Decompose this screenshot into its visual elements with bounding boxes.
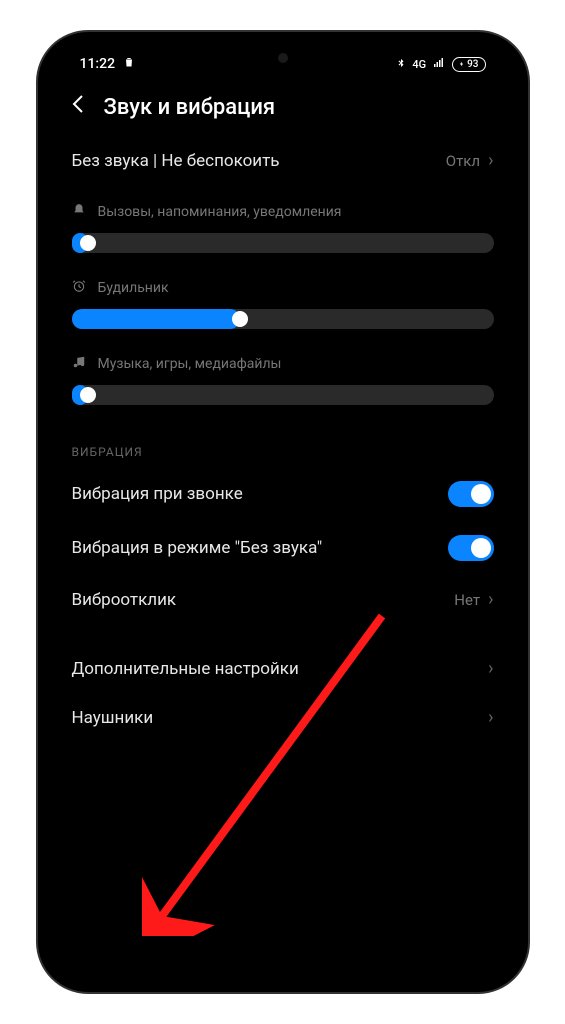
headphones-row[interactable]: Наушники › bbox=[72, 693, 494, 742]
dnd-value: Откл bbox=[446, 152, 480, 170]
vibrate-silent-toggle[interactable] bbox=[448, 535, 494, 561]
slider-alarm-group: Будильник bbox=[72, 261, 494, 337]
dnd-label: Без звука | Не беспокоить bbox=[72, 151, 280, 171]
slider-ring-label: Вызовы, напоминания, уведомления bbox=[98, 204, 342, 220]
music-icon bbox=[72, 355, 88, 373]
header: Звук и вибрация bbox=[52, 82, 514, 136]
haptic-row[interactable]: Виброотклик Нет › bbox=[72, 575, 494, 624]
chevron-right-icon: › bbox=[488, 658, 493, 679]
additional-settings-label: Дополнительные настройки bbox=[72, 659, 299, 679]
chevron-right-icon: › bbox=[488, 707, 493, 728]
battery-indicator: 93 bbox=[452, 57, 485, 72]
bell-off-icon bbox=[72, 203, 88, 221]
slider-media[interactable] bbox=[72, 385, 494, 405]
vibrate-on-call-label: Вибрация при звонке bbox=[72, 484, 243, 504]
vibrate-silent-row[interactable]: Вибрация в режиме "Без звука" bbox=[72, 521, 494, 575]
vibrate-silent-label: Вибрация в режиме "Без звука" bbox=[72, 538, 323, 558]
slider-media-label: Музыка, игры, медиафайлы bbox=[98, 356, 282, 372]
additional-settings-row[interactable]: Дополнительные настройки › bbox=[72, 644, 494, 693]
headphones-label: Наушники bbox=[72, 708, 154, 728]
status-time: 11:22 bbox=[80, 56, 116, 72]
network-type: 4G bbox=[412, 58, 426, 71]
phone-frame: 11:22 4G 93 bbox=[38, 32, 528, 992]
slider-ring[interactable] bbox=[72, 233, 494, 253]
back-button[interactable] bbox=[72, 94, 84, 120]
bluetooth-icon bbox=[396, 57, 406, 72]
display-notch bbox=[218, 46, 348, 70]
page-title: Звук и вибрация bbox=[104, 95, 276, 120]
slider-ring-group: Вызовы, напоминания, уведомления bbox=[72, 185, 494, 261]
slider-media-group: Музыка, игры, медиафайлы bbox=[72, 337, 494, 413]
chevron-right-icon: › bbox=[488, 589, 493, 610]
chevron-right-icon: › bbox=[488, 150, 493, 171]
battery-level: 93 bbox=[467, 59, 478, 70]
vibrate-on-call-row[interactable]: Вибрация при звонке bbox=[72, 467, 494, 521]
slider-alarm[interactable] bbox=[72, 309, 494, 329]
trash-icon bbox=[123, 56, 135, 72]
vibrate-on-call-toggle[interactable] bbox=[448, 481, 494, 507]
haptic-label: Виброотклик bbox=[72, 590, 177, 610]
alarm-icon bbox=[72, 279, 88, 297]
signal-icon bbox=[432, 57, 446, 72]
haptic-value: Нет bbox=[454, 591, 480, 609]
front-camera bbox=[278, 53, 288, 63]
phone-screen: 11:22 4G 93 bbox=[52, 46, 514, 978]
dnd-row[interactable]: Без звука | Не беспокоить Откл › bbox=[72, 136, 494, 185]
vibration-section-header: ВИБРАЦИЯ bbox=[72, 413, 494, 467]
slider-alarm-label: Будильник bbox=[98, 280, 169, 296]
